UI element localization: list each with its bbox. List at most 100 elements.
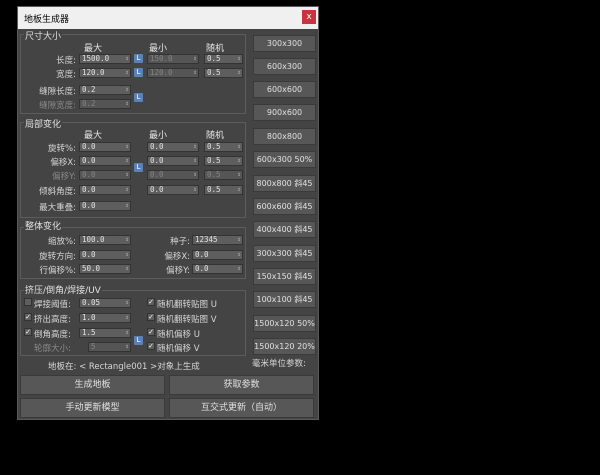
offset-y-rand-spinner[interactable]: 0.5 ⇕ (204, 170, 243, 180)
offset-v-checkbox[interactable]: ✓ (147, 342, 155, 350)
rotation-max-spinner[interactable]: 0.0 ⇕ (79, 142, 131, 152)
spinner-arrows-icon[interactable]: ⇕ (125, 314, 129, 322)
spinner-arrows-icon[interactable]: ⇕ (237, 157, 241, 165)
generate-floor-button[interactable]: 生成地板 (20, 375, 165, 395)
spinner-arrows-icon[interactable]: ⇕ (125, 236, 129, 244)
spinner-arrows-icon[interactable]: ⇕ (193, 157, 197, 165)
spinner-arrows-icon[interactable]: ⇕ (125, 202, 129, 210)
preset-button[interactable]: 800x800 (253, 128, 316, 145)
spinner-arrows-icon[interactable]: ⇕ (237, 265, 241, 273)
width-rand-spinner[interactable]: 0.5 ⇕ (204, 68, 243, 78)
spinner-arrows-icon[interactable]: ⇕ (237, 236, 241, 244)
offset-y-label: 偏移Y: (52, 172, 76, 182)
spinner-arrows-icon[interactable]: ⇕ (237, 55, 241, 63)
manual-update-button[interactable]: 手动更新模型 (20, 398, 165, 418)
spinner-arrows-icon[interactable]: ⇕ (125, 86, 129, 94)
spinner-arrows-icon[interactable]: ⇕ (237, 186, 241, 194)
offset-u-checkbox[interactable]: ✓ (147, 328, 155, 336)
global-offset-x-spinner[interactable]: 0.0 ⇕ (192, 250, 243, 260)
extrude-spinner[interactable]: 1.0 ⇕ (79, 313, 131, 323)
offset-x-rand-spinner[interactable]: 0.5 ⇕ (204, 156, 243, 166)
spinner-arrows-icon[interactable]: ⇕ (125, 55, 129, 63)
preset-button[interactable]: 600x600 (253, 81, 316, 98)
spinner-arrows-icon[interactable]: ⇕ (237, 251, 241, 259)
bevel-lock-icon[interactable]: L (134, 336, 143, 345)
rotation-rand-spinner[interactable]: 0.5 ⇕ (204, 142, 243, 152)
global-offset-y-value: 0.0 (195, 264, 209, 273)
preset-button[interactable]: 1500x120 20% (253, 338, 316, 355)
gap-lock-icon[interactable]: L (134, 93, 143, 102)
preset-button[interactable]: 600x300 (253, 58, 316, 75)
spinner-arrows-icon[interactable]: ⇕ (125, 157, 129, 165)
spinner-arrows-icon[interactable]: ⇕ (125, 171, 129, 179)
preset-button[interactable]: 100x100 斜45 (253, 291, 316, 308)
spinner-arrows-icon[interactable]: ⇕ (237, 171, 241, 179)
preset-button[interactable]: 600x300 50% (253, 151, 316, 168)
preset-button[interactable]: 150x150 斜45 (253, 268, 316, 285)
tilt-rand-spinner[interactable]: 0.5 ⇕ (204, 185, 243, 195)
outline-spinner[interactable]: 5 ⇕ (88, 342, 131, 352)
spinner-arrows-icon[interactable]: ⇕ (125, 186, 129, 194)
offset-x-max-spinner[interactable]: 0.0 ⇕ (79, 156, 131, 166)
spinner-arrows-icon[interactable]: ⇕ (125, 100, 129, 108)
flip-v-checkbox[interactable]: ✓ (147, 313, 155, 321)
offset-y-max-spinner[interactable]: 0.0 ⇕ (79, 170, 131, 180)
gap-width-spinner[interactable]: 0.2 ⇕ (79, 99, 131, 109)
bevel-checkbox[interactable]: ✓ (24, 328, 32, 336)
spinner-arrows-icon[interactable]: ⇕ (237, 69, 241, 77)
size-lock2-icon[interactable]: L (134, 68, 143, 77)
tilt-min-spinner[interactable]: 0.0 ⇕ (147, 185, 199, 195)
spinner-arrows-icon[interactable]: ⇕ (125, 69, 129, 77)
tilt-max-spinner[interactable]: 0.0 ⇕ (79, 185, 131, 195)
row-offset-spinner[interactable]: 50.0 ⇕ (79, 264, 131, 274)
weld-checkbox[interactable] (24, 298, 32, 306)
close-button[interactable]: x (302, 10, 316, 24)
spinner-arrows-icon[interactable]: ⇕ (193, 143, 197, 151)
weld-spinner[interactable]: 0.05 ⇕ (79, 298, 131, 308)
rotation-min-spinner[interactable]: 0.0 ⇕ (147, 142, 199, 152)
offset-x-min-spinner[interactable]: 0.0 ⇕ (147, 156, 199, 166)
preset-button[interactable]: 300x300 斜45 (253, 245, 316, 262)
length-max-spinner[interactable]: 1500.0 ⇕ (79, 54, 131, 64)
bevel-spinner[interactable]: 1.5 ⇕ (79, 328, 131, 338)
get-params-button[interactable]: 获取参数 (169, 375, 314, 395)
preset-button[interactable]: 800x800 斜45 (253, 175, 316, 192)
interactive-update-button[interactable]: 互交式更新（自动） (169, 398, 314, 418)
offset-x-max-value: 0.0 (82, 156, 96, 165)
title-bar[interactable]: 地板生成器 x (18, 7, 318, 29)
spinner-arrows-icon[interactable]: ⇕ (125, 143, 129, 151)
global-offset-x-value: 0.0 (195, 250, 209, 259)
rotate-direction-spinner[interactable]: 0.0 ⇕ (79, 250, 131, 260)
preset-button[interactable]: 400x400 斜45 (253, 221, 316, 238)
preset-button[interactable]: 600x600 斜45 (253, 198, 316, 215)
spinner-arrows-icon[interactable]: ⇕ (125, 343, 129, 351)
spinner-arrows-icon[interactable]: ⇕ (125, 251, 129, 259)
global-offset-y-spinner[interactable]: 0.0 ⇕ (192, 264, 243, 274)
size-lock-icon[interactable]: L (134, 54, 143, 63)
spinner-arrows-icon[interactable]: ⇕ (125, 329, 129, 337)
flip-u-checkbox[interactable]: ✓ (147, 298, 155, 306)
preset-button[interactable]: 900x600 (253, 104, 316, 121)
offset-lock-icon[interactable]: L (134, 163, 143, 172)
offset-y-min-spinner[interactable]: 0.0 ⇕ (147, 170, 199, 180)
overlap-spinner[interactable]: 0.0 ⇕ (79, 201, 131, 211)
length-label: 长度: (56, 56, 76, 66)
spinner-arrows-icon[interactable]: ⇕ (193, 55, 197, 63)
spinner-arrows-icon[interactable]: ⇕ (237, 143, 241, 151)
width-label: 宽度: (56, 70, 76, 80)
seed-spinner[interactable]: 12345 ⇕ (192, 235, 243, 245)
spinner-arrows-icon[interactable]: ⇕ (193, 186, 197, 194)
width-max-spinner[interactable]: 120.0 ⇕ (79, 68, 131, 78)
preset-button[interactable]: 1500x120 50% (253, 315, 316, 332)
spinner-arrows-icon[interactable]: ⇕ (125, 299, 129, 307)
length-min-spinner[interactable]: 150.0 ⇕ (147, 54, 199, 64)
extrude-checkbox[interactable]: ✓ (24, 313, 32, 321)
gap-length-spinner[interactable]: 0.2 ⇕ (79, 85, 131, 95)
scale-spinner[interactable]: 100.0 ⇕ (79, 235, 131, 245)
width-min-spinner[interactable]: 120.0 ⇕ (147, 68, 199, 78)
length-rand-spinner[interactable]: 0.5 ⇕ (204, 54, 243, 64)
spinner-arrows-icon[interactable]: ⇕ (193, 69, 197, 77)
spinner-arrows-icon[interactable]: ⇕ (125, 265, 129, 273)
spinner-arrows-icon[interactable]: ⇕ (193, 171, 197, 179)
preset-button[interactable]: 300x300 (253, 35, 316, 52)
